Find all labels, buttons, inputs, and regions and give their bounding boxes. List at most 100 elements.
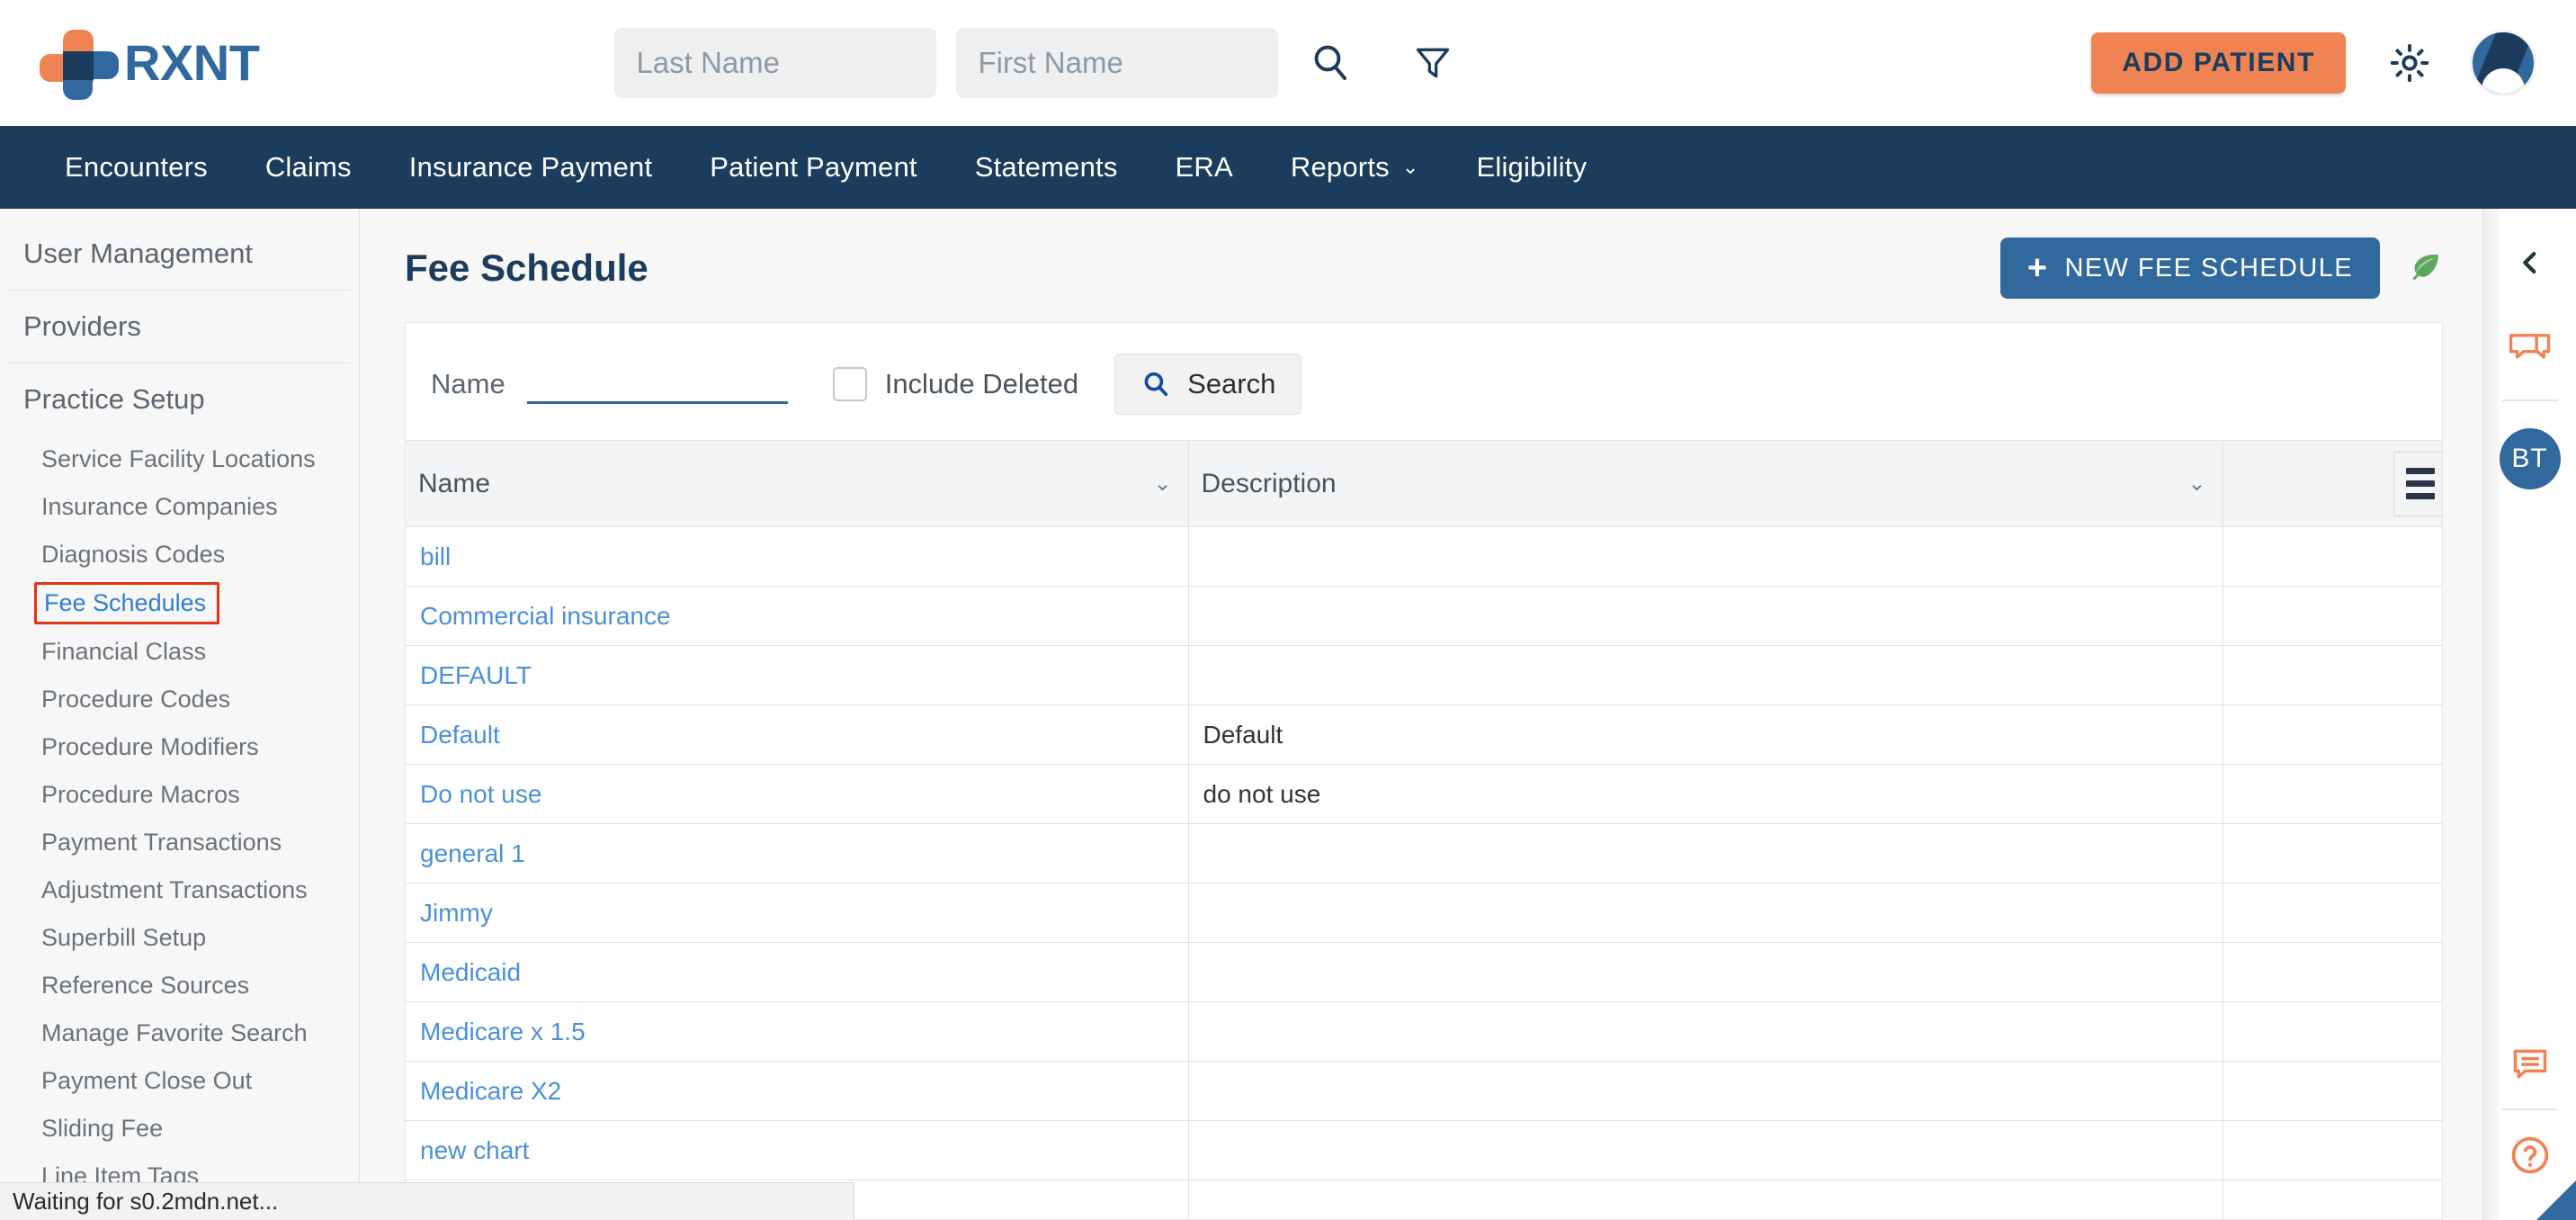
fee-schedule-link[interactable]: bill [420,543,451,570]
table-row[interactable]: Commercial insurance [406,586,2442,646]
fee-schedule-link[interactable]: Jimmy [420,899,493,927]
message-button[interactable] [2509,1045,2552,1085]
column-header-menu [2381,440,2442,527]
logo-overlap [63,51,94,80]
add-patient-button[interactable]: ADD PATIENT [2091,32,2346,94]
cell-name: Medicare x 1.5 [406,1001,1189,1062]
nav-item-insurance-payment[interactable]: Insurance Payment [380,151,682,184]
sidebar-item-service-facility-locations[interactable]: Service Facility Locations [0,435,359,483]
nav-label: Statements [974,151,1118,183]
hamburger-menu-icon[interactable] [2393,451,2442,516]
sidebar-item-financial-class[interactable]: Financial Class [0,628,359,676]
fee-schedule-link[interactable]: Medicare X2 [420,1077,561,1105]
cell-spacer [2223,1001,2381,1062]
collapse-panel-button[interactable] [2515,243,2545,283]
cell-spacer [2223,942,2381,1002]
fee-schedule-link[interactable]: new chart [420,1136,529,1164]
search-button[interactable]: Search [1114,354,1302,415]
sidebar-item-superbill-setup[interactable]: Superbill Setup [0,914,359,962]
fee-schedule-link[interactable]: Do not use [420,780,541,808]
corner-accent [2536,1180,2576,1220]
rail-user-avatar[interactable]: BT [2499,428,2561,489]
nav-label: Encounters [65,151,208,183]
sidebar-item-insurance-companies[interactable]: Insurance Companies [0,483,359,531]
fee-schedule-panel: Name Include Deleted Search Name ⌄ Descr… [405,322,2443,1220]
sidebar-item-sliding-fee[interactable]: Sliding Fee [0,1105,359,1153]
chevron-down-icon[interactable]: ⌄ [1153,471,1171,497]
table-row[interactable]: Medicare x 1.5 [406,1001,2442,1062]
nav-item-encounters[interactable]: Encounters [36,151,237,184]
sidebar-item-procedure-macros[interactable]: Procedure Macros [0,771,359,819]
chat-button[interactable] [2508,329,2553,369]
new-fee-schedule-button[interactable]: + NEW FEE SCHEDULE [1999,238,2380,299]
cell-name: general 1 [406,823,1189,884]
table-row[interactable]: general 1 [406,823,2442,884]
table-row[interactable]: Jimmy [406,883,2442,943]
fee-schedule-link[interactable]: Medicare x 1.5 [420,1018,586,1045]
sidebar-item-reference-sources[interactable]: Reference Sources [0,962,359,1009]
nav-item-claims[interactable]: Claims [237,151,380,184]
sidebar-item-procedure-modifiers[interactable]: Procedure Modifiers [0,723,359,771]
fee-schedule-link[interactable]: Default [420,721,500,749]
sidebar-item-manage-favorite-search[interactable]: Manage Favorite Search [0,1009,359,1057]
chevron-left-icon [2522,251,2536,274]
header-actions: ADD PATIENT [2091,30,2536,96]
nav-item-patient-payment[interactable]: Patient Payment [681,151,945,184]
header-patient-search [614,28,1453,98]
sidebar-group-practice-setup[interactable]: Practice Setup [0,363,359,435]
first-name-input[interactable] [956,28,1279,98]
table-row[interactable]: Medicaid [406,942,2442,1002]
cell-name: Jimmy [406,883,1189,943]
cell-spacer [2223,526,2381,587]
main-navigation: Encounters Claims Insurance Payment Pati… [0,126,2576,209]
sidebar-item-payment-close-out[interactable]: Payment Close Out [0,1057,359,1105]
sidebar-item-fee-schedules[interactable]: Fee Schedules [34,582,220,624]
filter-icon [1417,48,1450,78]
nav-label: Claims [264,151,352,183]
include-deleted-checkbox[interactable]: Include Deleted [832,367,1078,401]
user-avatar[interactable] [2470,30,2536,96]
nav-item-eligibility[interactable]: Eligibility [1447,151,1615,184]
sidebar-item-procedure-codes[interactable]: Procedure Codes [0,676,359,723]
fee-schedule-link[interactable]: general 1 [420,839,525,867]
column-header-spacer [2223,440,2381,527]
nav-item-reports[interactable]: Reports ⌄ [1262,151,1448,184]
column-header-name[interactable]: Name ⌄ [406,440,1189,527]
sidebar-item-payment-transactions[interactable]: Payment Transactions [0,819,359,866]
table-row[interactable]: new chart [406,1120,2442,1180]
sidebar-item-diagnosis-codes[interactable]: Diagnosis Codes [0,531,359,579]
cell-spacer [2223,586,2381,646]
rxnt-logo[interactable]: RXNT [40,28,260,100]
name-filter-input[interactable] [526,364,788,404]
fee-schedule-table: Name ⌄ Description ⌄ bill Commercial ins… [406,440,2442,1219]
table-row[interactable]: Medicare X2 [406,1061,2442,1121]
settings-button[interactable] [2387,40,2432,85]
header-search-button[interactable] [1298,41,1352,85]
table-row[interactable]: bill [406,526,2442,587]
nav-label: Patient Payment [710,151,917,183]
leaf-icon[interactable] [2405,249,2443,287]
plus-icon: + [2026,249,2049,287]
cell-name: new chart [406,1120,1189,1180]
last-name-input[interactable] [614,28,937,98]
fee-schedule-link[interactable]: DEFAULT [420,661,532,689]
column-header-description[interactable]: Description ⌄ [1188,440,2223,527]
sidebar-item-adjustment-transactions[interactable]: Adjustment Transactions [0,866,359,914]
nav-item-statements[interactable]: Statements [946,151,1147,184]
cell-name: Do not use [406,764,1189,824]
table-row[interactable]: Default Default [406,704,2442,765]
table-row[interactable]: Do not use do not use [406,764,2442,824]
cell-spacer [2223,1120,2381,1180]
cell-description: do not use [1188,764,2223,824]
nav-item-era[interactable]: ERA [1147,151,1262,184]
sidebar-group-providers[interactable]: Providers [0,291,359,363]
chevron-down-icon[interactable]: ⌄ [2187,471,2205,497]
header-filter-button[interactable] [1372,43,1453,83]
fee-schedule-link[interactable]: Medicaid [420,958,521,986]
cell-menu-spacer [2381,526,2442,587]
logo-text: RXNT [124,34,260,91]
fee-schedule-link[interactable]: Commercial insurance [420,602,671,630]
table-row[interactable]: DEFAULT [406,645,2442,705]
chat-bubble-icon [2509,334,2550,359]
sidebar-group-user-management[interactable]: User Management [0,218,359,290]
